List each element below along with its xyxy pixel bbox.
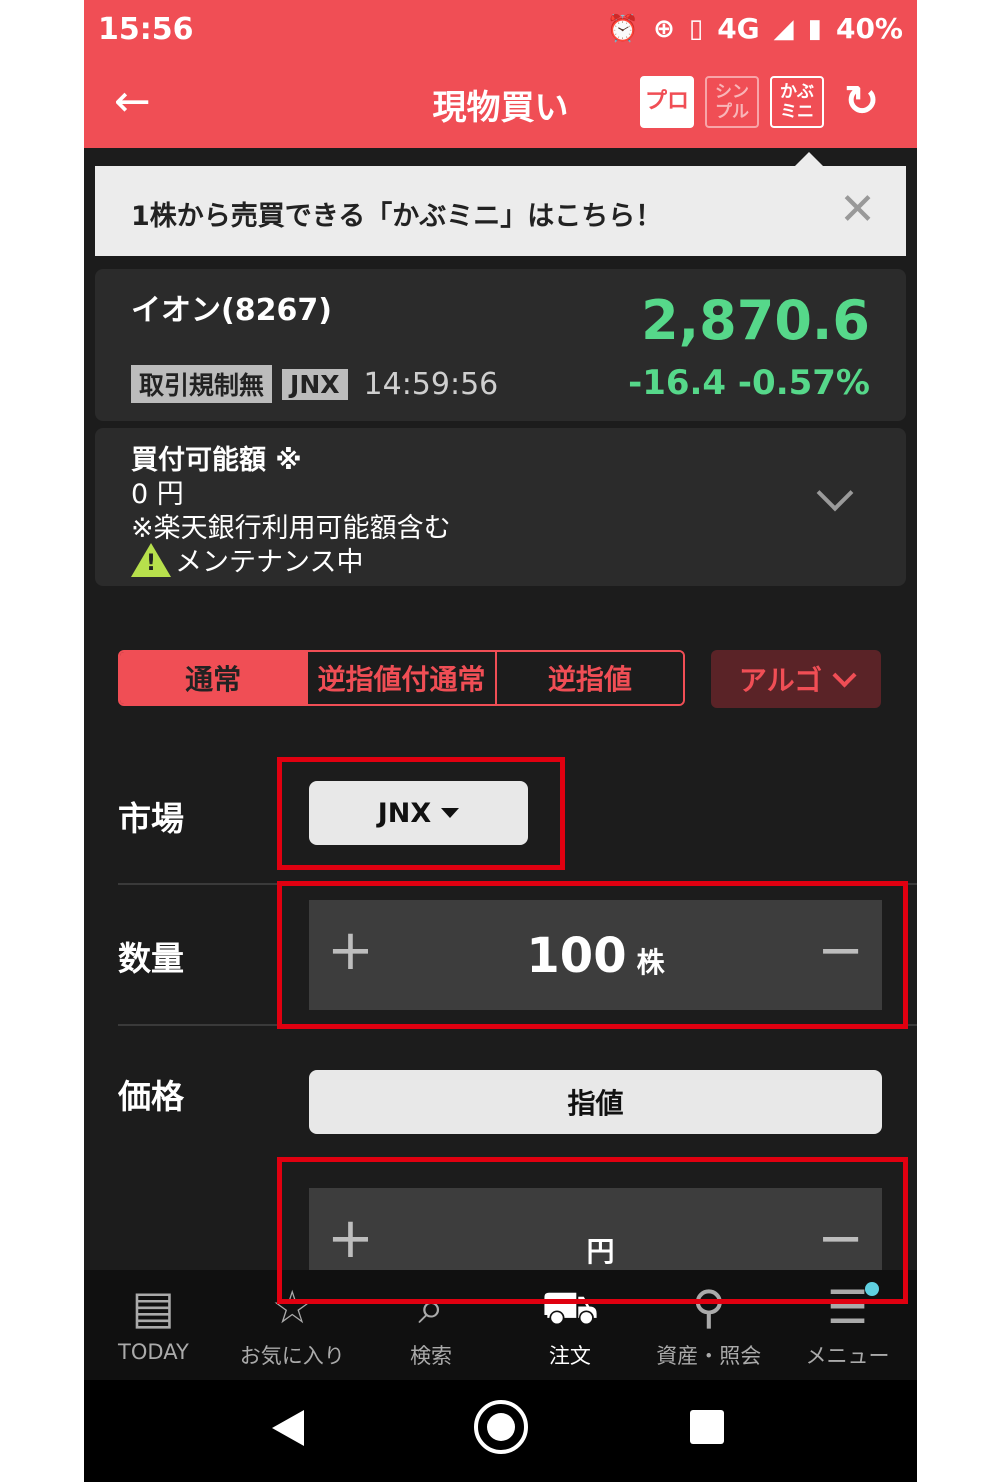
- nav-label: 注文: [548, 1344, 591, 1368]
- market-tag: JNX: [282, 368, 348, 400]
- banner-pointer: [795, 152, 823, 166]
- alarm-icon: ⏰: [606, 13, 640, 44]
- refresh-icon[interactable]: ↻: [844, 76, 879, 125]
- battery-icon: ▮: [807, 13, 822, 44]
- stock-card: イオン(8267) 2,870.6 取引規制無 JNX 14:59:56 -16…: [95, 269, 906, 421]
- system-back-icon[interactable]: [272, 1410, 304, 1446]
- app-header: ← 現物買い プロ シンプル かぶミニ ↻: [84, 60, 917, 148]
- stock-name: イオン(8267): [131, 293, 332, 328]
- status-bar: 15:56 ⏰ ⊕ ▯ 4G ◢ ▮ 40%: [84, 0, 917, 60]
- document-icon: ▤: [131, 1280, 176, 1334]
- system-home-icon[interactable]: [474, 1400, 528, 1454]
- stock-price: 2,870.6: [641, 289, 870, 352]
- chevron-down-icon[interactable]: [816, 474, 854, 512]
- network-type: 4G: [717, 12, 760, 45]
- stock-tags: 取引規制無 JNX 14:59:56: [131, 365, 498, 403]
- regulation-tag: 取引規制無: [131, 365, 273, 403]
- signal-icon: ◢: [773, 13, 794, 44]
- chevron-down-icon: [832, 662, 857, 688]
- highlight-quantity: [277, 881, 908, 1029]
- tab-stop[interactable]: 逆指値: [494, 652, 683, 704]
- nav-label: TODAY: [118, 1340, 189, 1364]
- price-label: 価格: [118, 1077, 184, 1116]
- battery-level: 40%: [835, 12, 903, 45]
- nav-label: お気に入り: [239, 1344, 345, 1368]
- highlight-price: [277, 1157, 908, 1304]
- tab-stop-with-normal[interactable]: 逆指値付通常: [306, 652, 495, 704]
- close-icon[interactable]: ✕: [839, 184, 876, 235]
- kabumini-banner[interactable]: 1株から売買できる「かぶミニ」はこちら！ ✕: [95, 152, 906, 256]
- nav-label: 資産・照会: [656, 1344, 762, 1368]
- quote-time: 14:59:56: [363, 366, 499, 402]
- mode-simple-button[interactable]: シンプル: [705, 76, 759, 128]
- quantity-label: 数量: [118, 939, 184, 978]
- maintenance-notice: ! メンテナンス中: [131, 540, 363, 579]
- banner-text: 1株から売買できる「かぶミニ」はこちら！: [131, 201, 663, 232]
- algo-dropdown[interactable]: アルゴ: [711, 650, 881, 708]
- highlight-market: [277, 757, 565, 870]
- nav-today[interactable]: ▤ TODAY: [84, 1270, 223, 1380]
- order-type-tabs: 通常 逆指値付通常 逆指値: [118, 650, 685, 706]
- tab-normal[interactable]: 通常: [120, 652, 307, 704]
- mode-switcher: プロ シンプル かぶミニ: [640, 76, 824, 128]
- maintenance-text: メンテナンス中: [175, 547, 364, 578]
- status-icons: ⏰ ⊕ ▯ 4G ◢ ▮ 40%: [607, 12, 903, 45]
- sync-icon: ⊕: [653, 13, 675, 44]
- price-type-button[interactable]: 指値: [309, 1070, 882, 1134]
- mode-pro-button[interactable]: プロ: [640, 76, 694, 128]
- price-change: -16.4 -0.57%: [628, 363, 870, 403]
- system-nav-bar: [84, 1380, 917, 1482]
- warning-icon: !: [131, 542, 171, 577]
- algo-label: アルゴ: [738, 664, 823, 697]
- nav-label: メニュー: [805, 1344, 890, 1368]
- vibrate-icon: ▯: [688, 13, 704, 44]
- market-label: 市場: [118, 799, 184, 838]
- mode-kabumini-button[interactable]: かぶミニ: [770, 76, 824, 128]
- nav-label: 検索: [410, 1344, 453, 1368]
- status-time: 15:56: [98, 12, 194, 47]
- system-recents-icon[interactable]: [690, 1410, 724, 1444]
- buying-power-panel[interactable]: 買付可能額 ※ 0 円 ※楽天銀行利用可能額含む ! メンテナンス中: [95, 428, 906, 586]
